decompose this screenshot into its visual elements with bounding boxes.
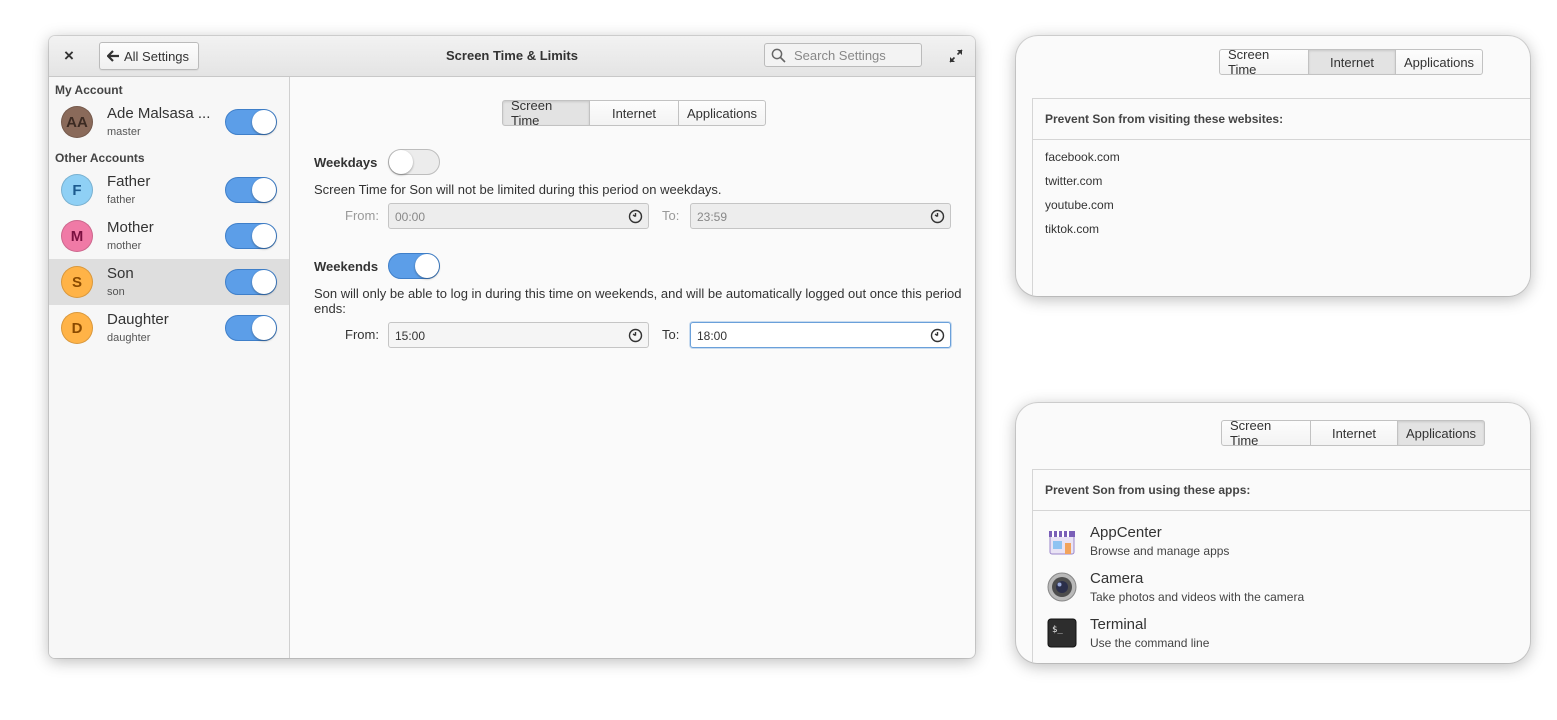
tab-internet[interactable]: Internet (1310, 420, 1398, 446)
clock-icon (930, 328, 945, 343)
account-row-mother[interactable]: M Mother mother (49, 213, 289, 259)
search-input[interactable] (792, 46, 916, 64)
account-name: Father (107, 173, 151, 190)
weekdays-from-input[interactable] (393, 209, 597, 225)
accounts-sidebar: My Account AA Ade Malsasa ... master Oth… (49, 77, 290, 658)
weekdays-to-label: To: (662, 208, 680, 223)
account-username: son (107, 286, 125, 298)
tab-internet[interactable]: Internet (589, 100, 679, 126)
view-switcher: Screen Time Internet Applications (1221, 418, 1485, 448)
applications-panel-window: Screen Time Internet Applications Preven… (1016, 403, 1530, 663)
tab-internet[interactable]: Internet (1308, 49, 1396, 75)
tab-applications[interactable]: Applications (1395, 49, 1483, 75)
account-row-master[interactable]: AA Ade Malsasa ... master (49, 99, 289, 145)
account-username: daughter (107, 332, 151, 344)
tab-screen-time[interactable]: Screen Time (502, 98, 590, 128)
weekends-to-label: To: (662, 327, 680, 342)
weekdays-to-input[interactable] (695, 209, 899, 225)
svg-text:$_: $_ (1052, 625, 1063, 635)
maximize-icon (949, 49, 963, 63)
weekdays-label: Weekdays (314, 155, 378, 170)
avatar: F (61, 174, 93, 206)
avatar: D (61, 312, 93, 344)
weekends-description-line2: ends: (314, 301, 346, 316)
account-toggle[interactable] (225, 177, 277, 203)
view-switcher: Screen Time Internet Applications (502, 98, 766, 128)
tab-screen-time[interactable]: Screen Time (1219, 47, 1309, 77)
account-name: Daughter (107, 311, 169, 328)
app-description: Browse and manage apps (1090, 544, 1230, 558)
blocked-sites-header: Prevent Son from visiting these websites… (1033, 99, 1530, 140)
list-item[interactable]: facebook.com (1045, 150, 1120, 164)
app-name: Camera (1090, 570, 1144, 587)
account-toggle[interactable] (225, 315, 277, 341)
weekends-to-input[interactable] (695, 328, 899, 344)
clock-icon (628, 328, 643, 343)
account-row-son[interactable]: S Son son (49, 259, 289, 305)
weekdays-from-field[interactable] (388, 203, 649, 229)
appcenter-icon (1049, 531, 1075, 555)
account-toggle[interactable] (225, 109, 277, 135)
account-row-daughter[interactable]: D Daughter daughter (49, 305, 289, 351)
view-switcher: Screen Time Internet Applications (1219, 47, 1483, 77)
my-account-header: My Account (55, 83, 123, 97)
search-box[interactable] (764, 43, 922, 67)
avatar: M (61, 220, 93, 252)
weekdays-description: Screen Time for Son will not be limited … (314, 182, 722, 197)
screen-time-content: Screen Time Internet Applications Weekda… (290, 77, 975, 658)
blocked-sites-list: Prevent Son from visiting these websites… (1032, 98, 1530, 296)
search-icon (771, 48, 786, 63)
account-name: Son (107, 265, 134, 282)
weekdays-toggle[interactable] (388, 149, 440, 175)
weekdays-to-field[interactable] (690, 203, 951, 229)
tab-applications[interactable]: Applications (1397, 420, 1485, 446)
tab-applications[interactable]: Applications (678, 100, 766, 126)
weekends-description-line1: Son will only be able to log in during t… (314, 286, 962, 301)
other-accounts-header: Other Accounts (55, 151, 145, 165)
weekends-from-label: From: (345, 327, 379, 342)
list-item[interactable]: twitter.com (1045, 174, 1102, 188)
app-name: Terminal (1090, 616, 1147, 633)
header-bar: × All Settings Screen Time & Limits (49, 36, 975, 77)
account-toggle[interactable] (225, 269, 277, 295)
tab-screen-time[interactable]: Screen Time (1221, 418, 1311, 448)
account-name: Ade Malsasa ... (107, 105, 211, 122)
account-name: Mother (107, 219, 154, 236)
maximize-button[interactable] (947, 47, 965, 65)
blocked-apps-list: Prevent Son from using these apps: AppCe… (1032, 469, 1530, 663)
account-username: father (107, 194, 136, 206)
account-username: master (107, 126, 141, 138)
weekends-from-field[interactable] (388, 322, 649, 348)
account-username: mother (107, 240, 142, 252)
app-description: Use the command line (1090, 636, 1210, 650)
account-row-father[interactable]: F Father father (49, 167, 289, 213)
blocked-apps-header: Prevent Son from using these apps: (1033, 470, 1530, 511)
camera-icon (1047, 572, 1077, 602)
settings-window: × All Settings Screen Time & Limits My A… (49, 36, 975, 658)
internet-panel-window: Screen Time Internet Applications Preven… (1016, 36, 1530, 296)
terminal-icon: $_ (1047, 618, 1077, 648)
weekends-label: Weekends (314, 259, 379, 274)
weekdays-from-label: From: (345, 208, 379, 223)
avatar: S (61, 266, 93, 298)
app-description: Take photos and videos with the camera (1090, 590, 1305, 604)
list-item[interactable]: youtube.com (1045, 198, 1114, 212)
account-toggle[interactable] (225, 223, 277, 249)
list-item[interactable]: tiktok.com (1045, 222, 1099, 236)
weekends-to-field[interactable] (690, 322, 951, 348)
app-name: AppCenter (1090, 524, 1162, 541)
weekends-from-input[interactable] (393, 328, 597, 344)
avatar: AA (61, 106, 93, 138)
weekends-toggle[interactable] (388, 253, 440, 279)
clock-icon (930, 209, 945, 224)
clock-icon (628, 209, 643, 224)
